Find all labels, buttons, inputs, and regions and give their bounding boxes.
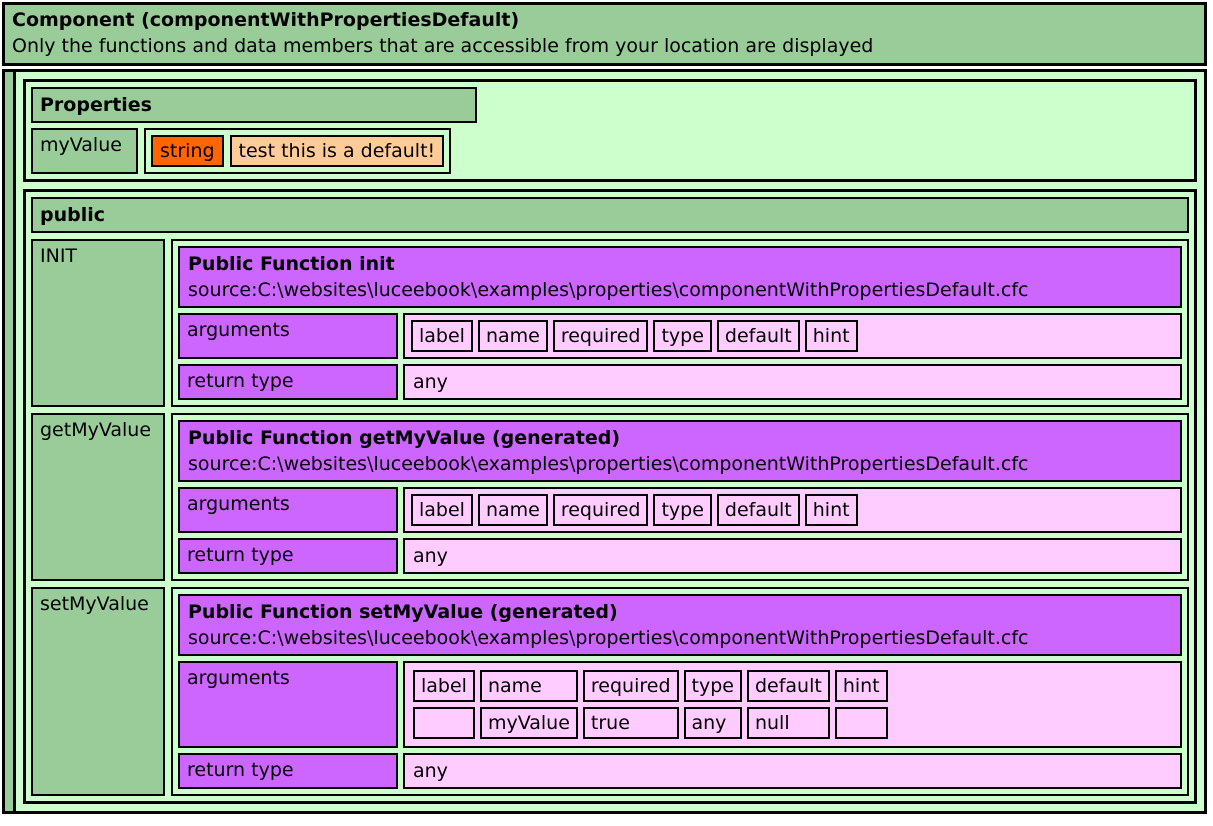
function-key: getMyValue bbox=[31, 413, 165, 581]
property-type-badge: string bbox=[151, 135, 224, 167]
return-type-value: any bbox=[403, 364, 1182, 400]
function-key: INIT bbox=[31, 239, 165, 407]
property-default-value: test this is a default! bbox=[230, 135, 445, 167]
arguments-row: arguments label name required type defau… bbox=[178, 487, 1182, 533]
return-type-label: return type bbox=[178, 753, 398, 789]
arguments-row: arguments label name required type defau… bbox=[178, 313, 1182, 359]
public-section: public INIT Public Function init source:… bbox=[23, 189, 1197, 804]
function-row-init: INIT Public Function init source:C:\webs… bbox=[31, 239, 1189, 407]
component-subtitle: Only the functions and data members that… bbox=[12, 33, 1197, 59]
left-accent-bar bbox=[5, 72, 16, 811]
function-header: Public Function init source:C:\websites\… bbox=[178, 246, 1182, 308]
arg-header-default: default bbox=[717, 320, 800, 352]
function-source: source:C:\websites\luceebook\examples\pr… bbox=[188, 625, 1172, 651]
arg-header-hint: hint bbox=[805, 320, 858, 352]
arguments-value: label name required type default hint bbox=[403, 313, 1182, 359]
arg-value-name: myValue bbox=[480, 707, 578, 739]
return-type-row: return type any bbox=[178, 753, 1182, 789]
arguments-table-value-row: myValue true any null bbox=[413, 707, 888, 739]
arg-value-hint bbox=[835, 707, 888, 739]
properties-section: Properties myValue string test this is a… bbox=[23, 79, 1197, 182]
arguments-value: label name required type default hint bbox=[403, 487, 1182, 533]
function-source: source:C:\websites\luceebook\examples\pr… bbox=[188, 451, 1172, 477]
return-type-value: any bbox=[403, 753, 1182, 789]
function-row-setmyvalue: setMyValue Public Function setMyValue (g… bbox=[31, 587, 1189, 796]
arguments-table: label name required type default hint bbox=[408, 665, 893, 744]
return-type-label: return type bbox=[178, 538, 398, 574]
component-dump-body: Properties myValue string test this is a… bbox=[2, 69, 1207, 814]
arg-header-label: label bbox=[413, 670, 475, 702]
arguments-row: arguments label name required type defau… bbox=[178, 661, 1182, 748]
public-section-header: public bbox=[31, 197, 1189, 233]
arg-value-label bbox=[413, 707, 475, 739]
function-title: Public Function getMyValue (generated) bbox=[188, 425, 1172, 451]
property-row: myValue string test this is a default! bbox=[31, 128, 1189, 174]
function-key: setMyValue bbox=[31, 587, 165, 796]
arguments-label: arguments bbox=[178, 661, 398, 748]
function-detail-box: Public Function getMyValue (generated) s… bbox=[171, 413, 1189, 581]
arg-header-name: name bbox=[478, 494, 548, 526]
arg-header-required: required bbox=[583, 670, 679, 702]
arg-header-type: type bbox=[653, 320, 711, 352]
property-value-box: string test this is a default! bbox=[144, 128, 451, 174]
return-type-value: any bbox=[403, 538, 1182, 574]
function-row-getmyvalue: getMyValue Public Function getMyValue (g… bbox=[31, 413, 1189, 581]
arg-header-default: default bbox=[717, 494, 800, 526]
arguments-label: arguments bbox=[178, 313, 398, 359]
arg-value-default: null bbox=[747, 707, 830, 739]
arg-header-hint: hint bbox=[805, 494, 858, 526]
component-dump-header: Component (componentWithPropertiesDefaul… bbox=[2, 2, 1207, 66]
arg-value-type: any bbox=[684, 707, 742, 739]
return-type-row: return type any bbox=[178, 538, 1182, 574]
arg-header-label: label bbox=[411, 494, 473, 526]
function-detail-box: Public Function init source:C:\websites\… bbox=[171, 239, 1189, 407]
arg-header-hint: hint bbox=[835, 670, 888, 702]
function-detail-box: Public Function setMyValue (generated) s… bbox=[171, 587, 1189, 796]
property-name: myValue bbox=[31, 128, 138, 174]
properties-section-header: Properties bbox=[31, 87, 477, 123]
component-dump: Component (componentWithPropertiesDefaul… bbox=[2, 2, 1207, 814]
function-title: Public Function setMyValue (generated) bbox=[188, 599, 1172, 625]
arguments-value: label name required type default hint bbox=[403, 661, 1182, 748]
component-title: Component (componentWithPropertiesDefaul… bbox=[12, 7, 1197, 33]
arguments-table-header-row: label name required type default hint bbox=[413, 670, 888, 702]
function-source: source:C:\websites\luceebook\examples\pr… bbox=[188, 277, 1172, 303]
component-dump-content: Properties myValue string test this is a… bbox=[16, 72, 1204, 811]
return-type-row: return type any bbox=[178, 364, 1182, 400]
arg-value-required: true bbox=[583, 707, 679, 739]
arg-header-required: required bbox=[553, 320, 649, 352]
return-type-label: return type bbox=[178, 364, 398, 400]
arg-header-default: default bbox=[747, 670, 830, 702]
function-header: Public Function getMyValue (generated) s… bbox=[178, 420, 1182, 482]
arg-header-type: type bbox=[653, 494, 711, 526]
arg-header-name: name bbox=[480, 670, 578, 702]
arguments-label: arguments bbox=[178, 487, 398, 533]
arg-header-type: type bbox=[684, 670, 742, 702]
arg-header-name: name bbox=[478, 320, 548, 352]
function-header: Public Function setMyValue (generated) s… bbox=[178, 594, 1182, 656]
arg-header-label: label bbox=[411, 320, 473, 352]
arg-header-required: required bbox=[553, 494, 649, 526]
function-title: Public Function init bbox=[188, 251, 1172, 277]
